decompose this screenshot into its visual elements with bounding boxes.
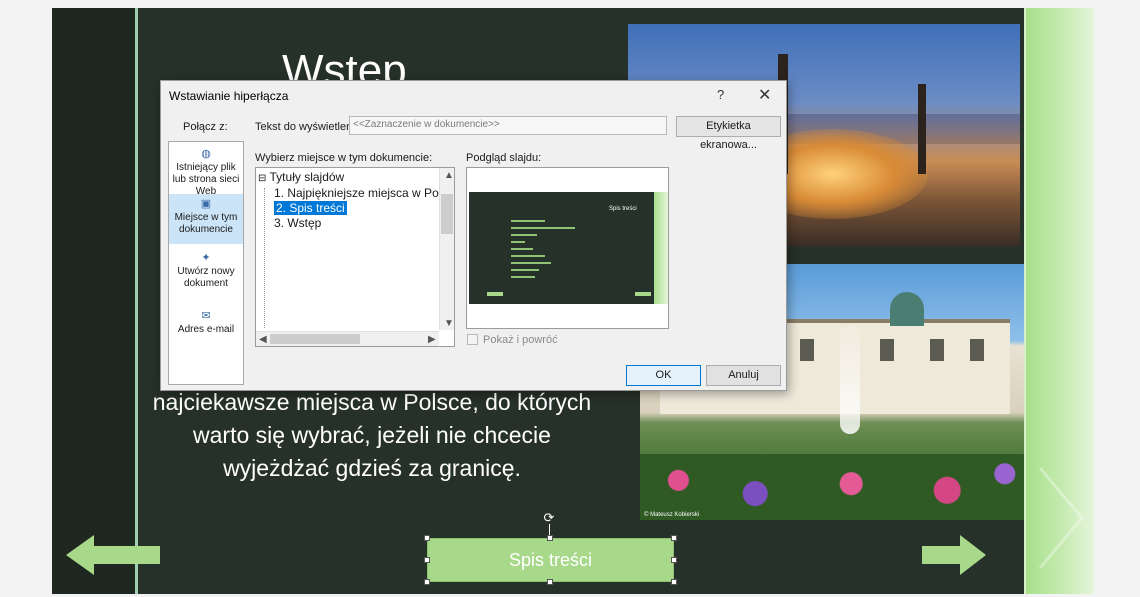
resize-handle[interactable] [547,535,553,541]
show-and-return-label: Pokaż i powróć [483,334,558,346]
linkbar-existing-file[interactable]: ◍ Istniejący plik lub strona sieci Web [169,148,243,197]
dialog-title: Wstawianie hiperłącza [169,89,289,103]
linkbar-label: Istniejący plik lub strona sieci Web [172,162,240,197]
slide-left-band [52,8,136,594]
arrow-left-icon[interactable] [66,533,160,577]
collapse-icon[interactable]: ⊟ [258,173,266,184]
linkbar-label: Utwórz nowy dokument [177,266,235,289]
email-icon: ✉ [201,310,211,322]
screentip-button[interactable]: Etykietka ekranowa... [676,116,781,151]
preview-line [511,227,575,229]
resize-handle[interactable] [671,557,677,563]
decorative-chevron-icon [1038,467,1084,569]
close-icon[interactable]: ✕ [758,85,771,105]
arrow-right-icon[interactable] [922,533,986,577]
tree-guide-line [264,188,265,328]
globe-file-icon: ◍ [201,148,211,160]
link-to-label: Połącz z: [183,121,228,133]
toc-button-shape[interactable]: Spis treści [427,538,674,582]
tree-horizontal-scroll-thumb[interactable] [270,334,360,344]
tree-root[interactable]: ⊟ Tytuły slajdów [258,170,344,184]
select-place-label: Wybierz miejsce w tym dokumencie: [255,152,433,164]
tree-vertical-scrollbar[interactable] [439,168,454,330]
document-place-icon: ▣ [200,198,212,210]
new-document-icon: ✦ [201,252,211,264]
preview-line [511,248,533,250]
tree-root-label: Tytuły slajdów [269,170,345,184]
resize-handle[interactable] [424,535,430,541]
photo-window [800,339,814,361]
photo-flowers [640,454,1024,520]
photo-window [970,339,984,361]
preview-label: Podgląd slajdu: [466,152,542,164]
photo-tower [918,84,926,174]
photo-window [880,339,894,361]
linkbar-place-in-document[interactable]: ▣ Miejsce w tym dokumencie [169,194,243,244]
preview-line [511,276,535,278]
tree-item-label: 3. Wstęp [274,216,322,230]
resize-handle[interactable] [547,579,553,585]
preview-line [511,262,551,264]
preview-line [511,234,537,236]
preview-line [511,269,539,271]
preview-line [511,220,545,222]
tree-vertical-scroll-thumb[interactable] [441,194,453,234]
preview-line [511,241,525,243]
photo-dome [890,292,924,326]
resize-handle[interactable] [424,579,430,585]
ok-button[interactable]: OK [626,365,701,386]
preview-arrow-left [487,292,503,296]
slide-preview: Spis treści [466,167,669,329]
slide-left-line [135,8,138,594]
preview-line [511,255,545,257]
slide-preview-thumbnail: Spis treści [469,192,668,304]
tree-item-label: 2. Spis treści [274,201,347,215]
preview-right-band [654,192,668,304]
tree-item-selected[interactable]: 2. Spis treści [274,201,347,215]
tree-item[interactable]: 1. Najpiękniejsze miejsca w Polsce [274,186,455,200]
photo-window [930,339,944,361]
insert-hyperlink-dialog[interactable]: Wstawianie hiperłącza ? ✕ Połącz z: Teks… [160,80,787,391]
photo-credit: © Mateusz Kobierski [644,512,700,518]
help-button[interactable]: ? [717,87,724,102]
tree-item-label: 1. Najpiękniejsze miejsca w Polsce [274,186,455,200]
link-to-bar: ◍ Istniejący plik lub strona sieci Web ▣… [168,141,244,385]
linkbar-label: Miejsce w tym dokumencie [174,212,238,235]
scroll-down-icon[interactable]: ▼ [444,318,454,329]
show-and-return-checkbox[interactable] [467,334,478,345]
slide-body-text[interactable]: najciekawsze miejsca w Polsce, do któryc… [152,386,592,485]
resize-handle[interactable] [671,579,677,585]
resize-handle[interactable] [424,557,430,563]
preview-slide-title: Spis treści [609,206,637,212]
scroll-up-icon[interactable]: ▲ [444,170,454,181]
cancel-button[interactable]: Anuluj [706,365,781,386]
resize-handle[interactable] [671,535,677,541]
linkbar-label: Adres e-mail [177,324,235,335]
tree-item[interactable]: 3. Wstęp [274,216,321,230]
scroll-left-icon[interactable]: ◀ [259,334,267,345]
linkbar-email-address[interactable]: ✉ Adres e-mail [169,310,243,346]
display-text-input[interactable]: <<Zaznaczenie w dokumencie>> [349,116,667,135]
photo-fountain [840,324,860,434]
display-text-label: Tekst do wyświetlenia: [255,121,364,133]
linkbar-create-new-document[interactable]: ✦ Utwórz nowy dokument [169,252,243,298]
preview-arrow-right [635,292,651,296]
rotate-handle-icon[interactable]: ⟳ [543,511,555,524]
document-places-tree[interactable]: ⊟ Tytuły slajdów 1. Najpiękniejsze miejs… [255,167,455,347]
scroll-right-icon[interactable]: ▶ [428,334,436,345]
